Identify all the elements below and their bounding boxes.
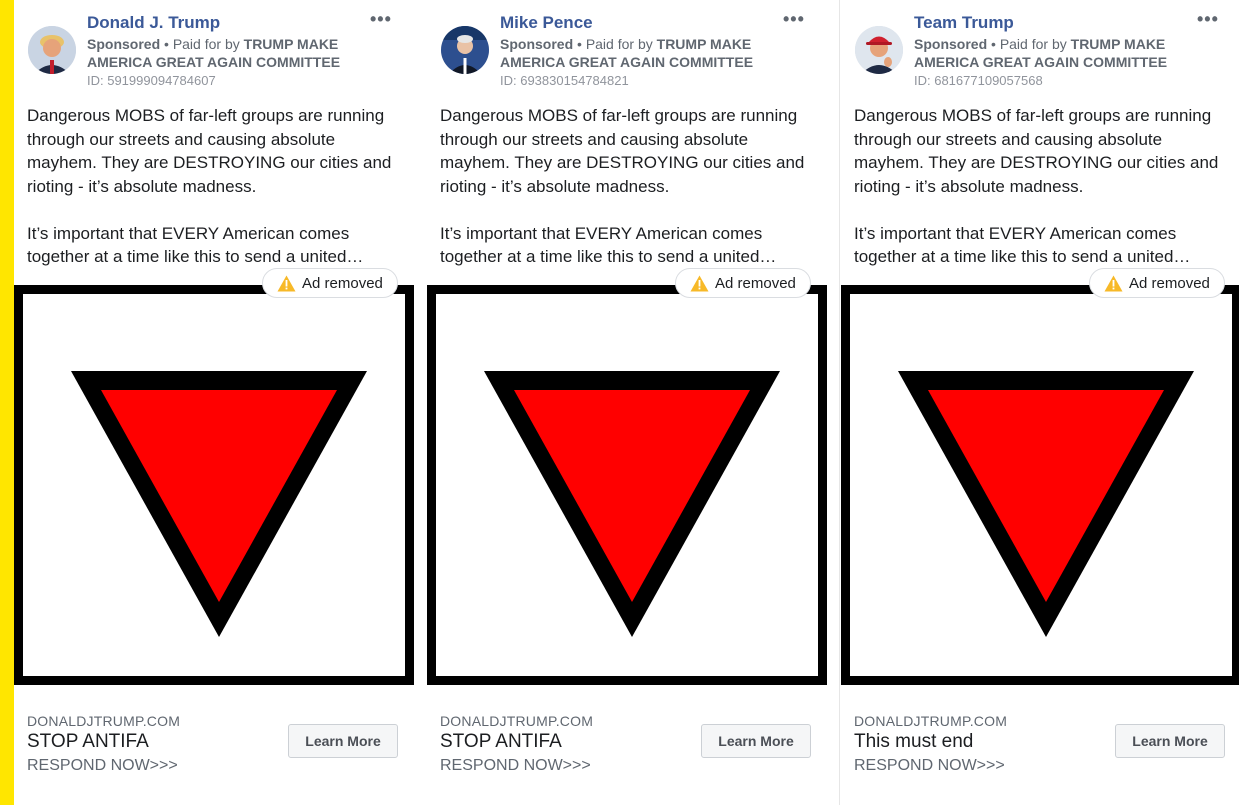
warning-icon [1104,275,1123,291]
more-options-icon[interactable]: ••• [783,9,805,30]
inverted-red-triangle [71,371,367,637]
link-headline[interactable]: This must end [854,731,973,753]
link-description[interactable]: RESPOND NOW>>> [27,757,178,775]
inverted-red-triangle [898,371,1194,637]
link-domain[interactable]: DONALDJTRUMP.COM [854,713,1007,729]
person-avatar-icon [855,26,903,74]
yellow-accent-bar [0,0,14,805]
advertiser-name[interactable]: Mike Pence [500,13,593,33]
ad-removed-label: Ad removed [302,274,383,292]
warning-icon [690,275,709,291]
ad-card: Mike Pence Sponsored • Paid for by TRUMP… [427,0,827,805]
more-options-icon[interactable]: ••• [1197,9,1219,30]
warning-icon [277,275,296,291]
learn-more-button[interactable]: Learn More [701,724,811,758]
ad-removed-label: Ad removed [715,274,796,292]
link-headline[interactable]: STOP ANTIFA [27,731,149,753]
inverted-red-triangle [484,371,780,637]
person-avatar-icon [28,26,76,74]
ad-creative-image[interactable] [14,285,414,685]
sponsored-label: Sponsored [500,36,574,52]
ad-creative-image[interactable] [841,285,1239,685]
more-options-icon[interactable]: ••• [370,9,392,30]
learn-more-button[interactable]: Learn More [288,724,398,758]
link-headline[interactable]: STOP ANTIFA [440,731,562,753]
advertiser-name[interactable]: Donald J. Trump [87,13,220,33]
learn-more-button[interactable]: Learn More [1115,724,1225,758]
advertiser-avatar[interactable] [855,26,903,74]
ad-card: Team Trump Sponsored • Paid for by TRUMP… [841,0,1239,805]
body-paragraph: Dangerous MOBS of far-left groups are ru… [440,106,805,196]
ad-body-text: Dangerous MOBS of far-left groups are ru… [27,104,405,269]
ad-creative-image[interactable] [427,285,827,685]
ad-id: ID: 591999094784607 [87,73,216,88]
sponsor-info: Sponsored • Paid for by TRUMP MAKE AMERI… [500,36,754,70]
advertiser-avatar[interactable] [28,26,76,74]
advertiser-avatar[interactable] [441,26,489,74]
advertiser-name[interactable]: Team Trump [914,13,1014,33]
link-domain[interactable]: DONALDJTRUMP.COM [440,713,593,729]
sponsor-info: Sponsored • Paid for by TRUMP MAKE AMERI… [87,36,341,70]
ad-id: ID: 693830154784821 [500,73,629,88]
body-paragraph: It’s important that EVERY American comes… [854,223,1191,267]
ad-removed-badge[interactable]: Ad removed [1089,268,1225,298]
paid-for-prefix: Paid for by [172,36,240,52]
ad-removed-badge[interactable]: Ad removed [262,268,398,298]
ad-id: ID: 681677109057568 [914,73,1043,88]
ad-card: Donald J. Trump Sponsored • Paid for by … [14,0,414,805]
ad-body-text: Dangerous MOBS of far-left groups are ru… [854,104,1232,269]
link-description[interactable]: RESPOND NOW>>> [854,757,1005,775]
sponsored-label: Sponsored [914,36,988,52]
link-description[interactable]: RESPOND NOW>>> [440,757,591,775]
paid-for-prefix: Paid for by [585,36,653,52]
sponsor-info: Sponsored • Paid for by TRUMP MAKE AMERI… [914,36,1168,70]
body-paragraph: It’s important that EVERY American comes… [440,223,777,267]
link-domain[interactable]: DONALDJTRUMP.COM [27,713,180,729]
paid-for-prefix: Paid for by [999,36,1067,52]
column-divider [839,0,840,805]
body-paragraph: Dangerous MOBS of far-left groups are ru… [854,106,1219,196]
ad-body-text: Dangerous MOBS of far-left groups are ru… [440,104,818,269]
body-paragraph: It’s important that EVERY American comes… [27,223,364,267]
sponsored-label: Sponsored [87,36,161,52]
body-paragraph: Dangerous MOBS of far-left groups are ru… [27,106,392,196]
person-avatar-icon [441,26,489,74]
ad-removed-label: Ad removed [1129,274,1210,292]
ad-removed-badge[interactable]: Ad removed [675,268,811,298]
